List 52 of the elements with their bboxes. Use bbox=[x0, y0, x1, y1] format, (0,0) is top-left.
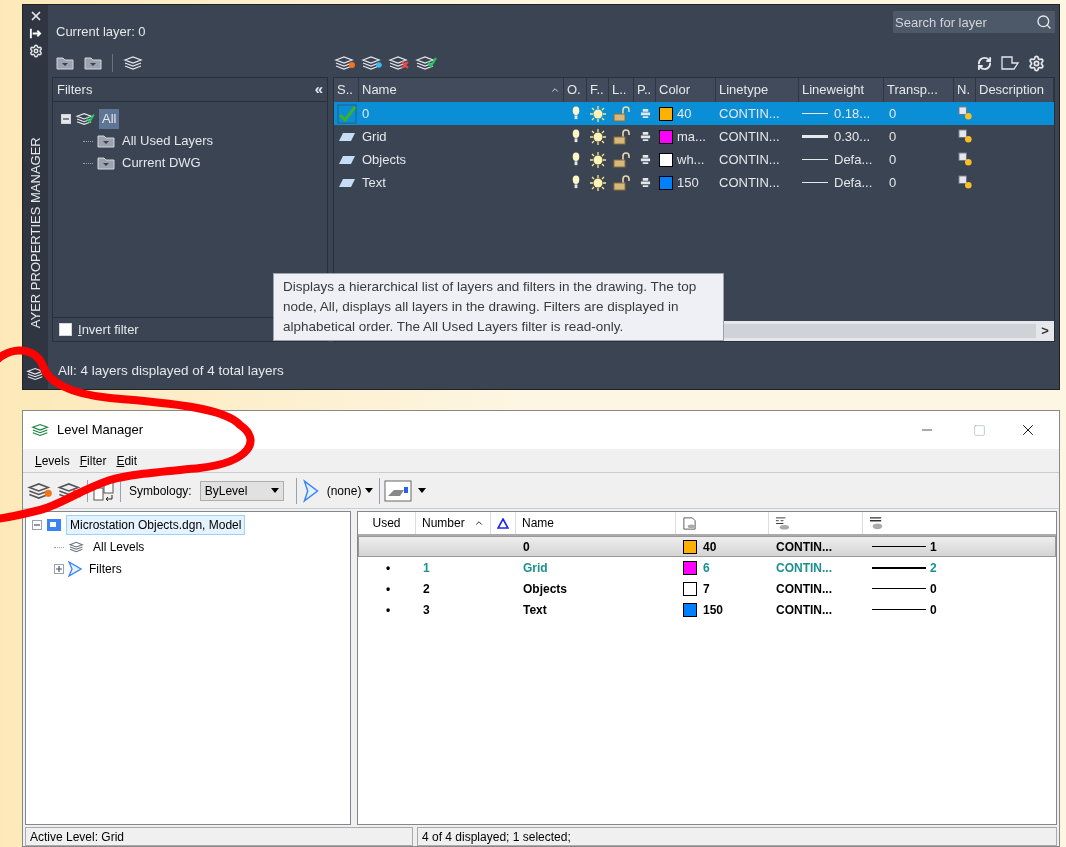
table-cell: Text bbox=[523, 602, 547, 617]
table-cell-text: 7 bbox=[703, 580, 710, 598]
table-cell-text: 40 bbox=[703, 538, 717, 556]
status-text: All: 4 layers displayed of 4 total layers bbox=[57, 362, 284, 381]
table-cell: CONTIN... bbox=[776, 560, 832, 575]
filters-header: Filters bbox=[57, 80, 93, 99]
table-cell-text: 0 bbox=[888, 104, 898, 123]
table-cell-text: 0 bbox=[930, 580, 937, 598]
table-cell-text: CONTIN... bbox=[718, 173, 781, 192]
table-cell: 3 bbox=[423, 602, 430, 617]
table-cell-text: 0.18... bbox=[834, 104, 871, 123]
table-cell-text: CONTIN... bbox=[718, 104, 781, 123]
table-cell-text: 1 bbox=[930, 538, 937, 556]
table-cell-text: 0 bbox=[930, 601, 937, 619]
table-cell: Grid bbox=[523, 560, 548, 575]
table-cell-text: • bbox=[385, 559, 391, 577]
table-cell-text: 0 bbox=[888, 127, 898, 146]
table-cell-text: 150 bbox=[703, 601, 724, 619]
table-cell: CONTIN... bbox=[776, 581, 832, 596]
table-cell-text: Text bbox=[361, 173, 387, 192]
table-cell-text: 150 bbox=[677, 173, 699, 192]
table-cell-text: CONTIN... bbox=[718, 127, 781, 146]
status-bar-cell: 4 of 4 displayed; 1 selected; bbox=[417, 827, 1057, 846]
table-cell-text: • bbox=[385, 601, 391, 619]
table-cell-text: ma... bbox=[677, 127, 706, 146]
window-title: Level Manager bbox=[57, 421, 143, 440]
table-cell-text: • bbox=[385, 580, 391, 598]
table-cell-text: 0 bbox=[888, 150, 898, 169]
table-cell-text: Grid bbox=[361, 127, 388, 146]
table-cell: CONTIN... bbox=[776, 602, 832, 617]
table-cell: 0 bbox=[523, 539, 530, 554]
palette-title: AYER PROPERTIES MANAGER bbox=[26, 137, 44, 329]
table-cell: 1 bbox=[423, 560, 430, 575]
table-cell-text: 6 bbox=[703, 559, 710, 577]
table-cell-text: Defa... bbox=[834, 173, 873, 192]
table-cell-text: wh... bbox=[677, 150, 705, 169]
table-cell: 2 bbox=[423, 581, 430, 596]
table-cell-text: 0 bbox=[888, 173, 898, 192]
table-cell: CONTIN... bbox=[776, 539, 832, 554]
tooltip: Displays a hierarchical list of layers and filters in the drawing. The top node, All, displays all layers in the drawing. Filters are displayed in alphabetical order. The All Used Layers filter is read-only. bbox=[273, 273, 724, 341]
status-bar-cell: Active Level: Grid bbox=[25, 827, 413, 846]
invert-filter-label: Invert filter bbox=[78, 320, 139, 339]
table-cell-text: 40 bbox=[677, 104, 692, 123]
current-layer-label: Current layer: 0 bbox=[55, 23, 146, 42]
table-cell-text: 2 bbox=[930, 559, 937, 577]
table-cell-text: Objects bbox=[361, 150, 408, 169]
table-cell-text: 0.30... bbox=[834, 127, 871, 146]
symbology-label: Symbology: bbox=[129, 482, 192, 500]
table-cell-text: Defa... bbox=[834, 150, 873, 169]
table-cell: Objects bbox=[523, 581, 567, 596]
table-cell-text: CONTIN... bbox=[718, 150, 781, 169]
table-cell-text: 0 bbox=[361, 104, 371, 123]
